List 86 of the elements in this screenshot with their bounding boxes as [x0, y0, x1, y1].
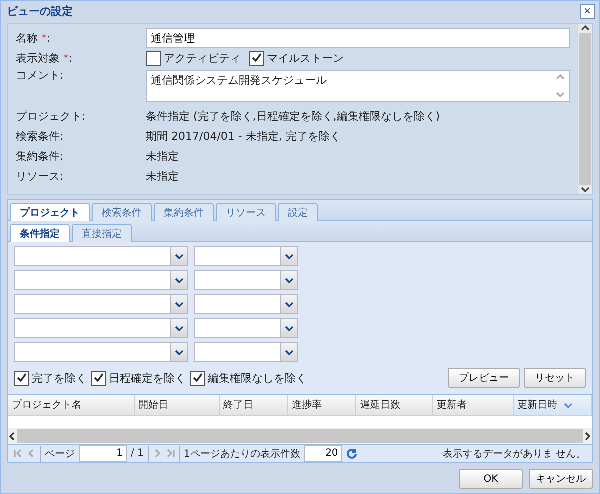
dropdown-field[interactable] [14, 270, 188, 290]
page-total: / 1 [131, 448, 144, 459]
field-value: 条件指定 (完了を除く,日程確定を除く,編集権限なしを除く) [146, 108, 440, 124]
field-label: プロジェクト: [16, 108, 87, 124]
field-value: 未指定 [146, 148, 179, 164]
checkbox-label: マイルストーン [267, 50, 344, 66]
vertical-scrollbar[interactable] [578, 24, 592, 194]
checkbox[interactable] [14, 370, 29, 386]
check-icon [94, 373, 104, 383]
caret-icon [284, 276, 294, 284]
checkbox-label: 編集権限なしを除く [208, 370, 307, 386]
column-header[interactable]: 開始日 [134, 395, 220, 415]
previous-page-icon [27, 449, 36, 458]
tab[interactable]: 集約条件 [154, 203, 214, 221]
dropdown-field[interactable] [194, 342, 298, 362]
next-page-icon [152, 449, 162, 458]
dialog-button[interactable]: OK [459, 469, 523, 489]
page-size-label: 1ページあたりの表示件数 [184, 448, 300, 460]
scroll-right-icon [583, 432, 592, 440]
dropdown-field[interactable] [14, 246, 188, 266]
tab[interactable]: 条件指定 [10, 224, 70, 242]
caret-icon [174, 276, 184, 284]
dropdown-field[interactable] [194, 318, 298, 338]
field-label: 検索条件: [16, 128, 65, 144]
check-icon [252, 53, 262, 63]
column-header[interactable]: 進捗率 [288, 395, 356, 415]
caret-icon [284, 252, 294, 260]
last-page-icon [166, 449, 175, 458]
name-field[interactable]: 通信管理 [146, 28, 570, 48]
close-button[interactable]: × [580, 4, 595, 18]
checkbox[interactable] [249, 50, 264, 66]
refresh-icon[interactable] [346, 448, 358, 460]
window-title: ビューの設定 [7, 4, 73, 18]
dropdown-field[interactable] [194, 270, 298, 290]
tab[interactable]: 設定 [278, 203, 318, 221]
tab[interactable]: プロジェクト [10, 203, 90, 221]
tab[interactable]: 検索条件 [92, 203, 152, 221]
action-button[interactable]: プレビュー [448, 368, 520, 388]
dropdown-field[interactable] [194, 246, 298, 266]
page-size-field[interactable]: 20 [304, 445, 342, 462]
first-page-icon [14, 449, 23, 458]
field-value: 未指定 [146, 168, 179, 184]
field-label: 表示対象 *: [16, 50, 74, 66]
checkbox[interactable] [190, 370, 205, 386]
scroll-up-icon [580, 24, 590, 33]
page-label: ページ [45, 448, 75, 460]
scroll-down-icon [580, 185, 590, 194]
field-label: リソース: [16, 168, 65, 184]
page-field[interactable]: 1 [79, 445, 127, 462]
caret-icon [284, 324, 294, 332]
scroll-down-icon [556, 90, 565, 99]
checkbox-label: アクティビティ [164, 50, 241, 66]
column-header[interactable]: プロジェクト名 [8, 395, 135, 415]
empty-message: 表示するデータがありま せん。 [442, 448, 586, 460]
tab[interactable]: リソース [216, 203, 276, 221]
dialog-button[interactable]: キャンセル [529, 469, 593, 489]
checkbox[interactable] [146, 50, 161, 66]
sort-icon [564, 400, 573, 410]
scroll-up-icon [556, 73, 565, 82]
dropdown-field[interactable] [14, 294, 188, 314]
scroll-left-icon [8, 432, 17, 440]
field-label: 集約条件: [16, 148, 65, 164]
caret-icon [284, 300, 294, 308]
checkbox-label: 完了を除く [32, 370, 87, 386]
action-button[interactable]: リセット [524, 368, 586, 388]
caret-icon [174, 324, 184, 332]
field-label: コメント: [16, 68, 65, 83]
caret-icon [174, 300, 184, 308]
column-header[interactable]: 更新日時 [514, 395, 592, 415]
field-label: 名称 *: [16, 30, 52, 46]
checkbox-label: 日程確定を除く [109, 370, 186, 386]
column-header[interactable]: 終了日 [220, 395, 288, 415]
checkbox[interactable] [91, 370, 106, 386]
column-header[interactable]: 遅延日数 [356, 395, 433, 415]
check-icon [192, 373, 202, 383]
field-value: 期間 2017/04/01 - 未指定, 完了を除く [146, 128, 341, 144]
horizontal-scrollbar[interactable] [8, 428, 592, 444]
caret-icon [174, 252, 184, 260]
dropdown-field[interactable] [194, 294, 298, 314]
dropdown-field[interactable] [14, 342, 188, 362]
dropdown-field[interactable] [14, 318, 188, 338]
caret-icon [174, 348, 184, 356]
caret-icon [284, 348, 294, 356]
check-icon [16, 373, 26, 383]
tab[interactable]: 直接指定 [72, 224, 132, 242]
comment-field[interactable]: 通信関係システム開発スケジュール [146, 70, 570, 102]
